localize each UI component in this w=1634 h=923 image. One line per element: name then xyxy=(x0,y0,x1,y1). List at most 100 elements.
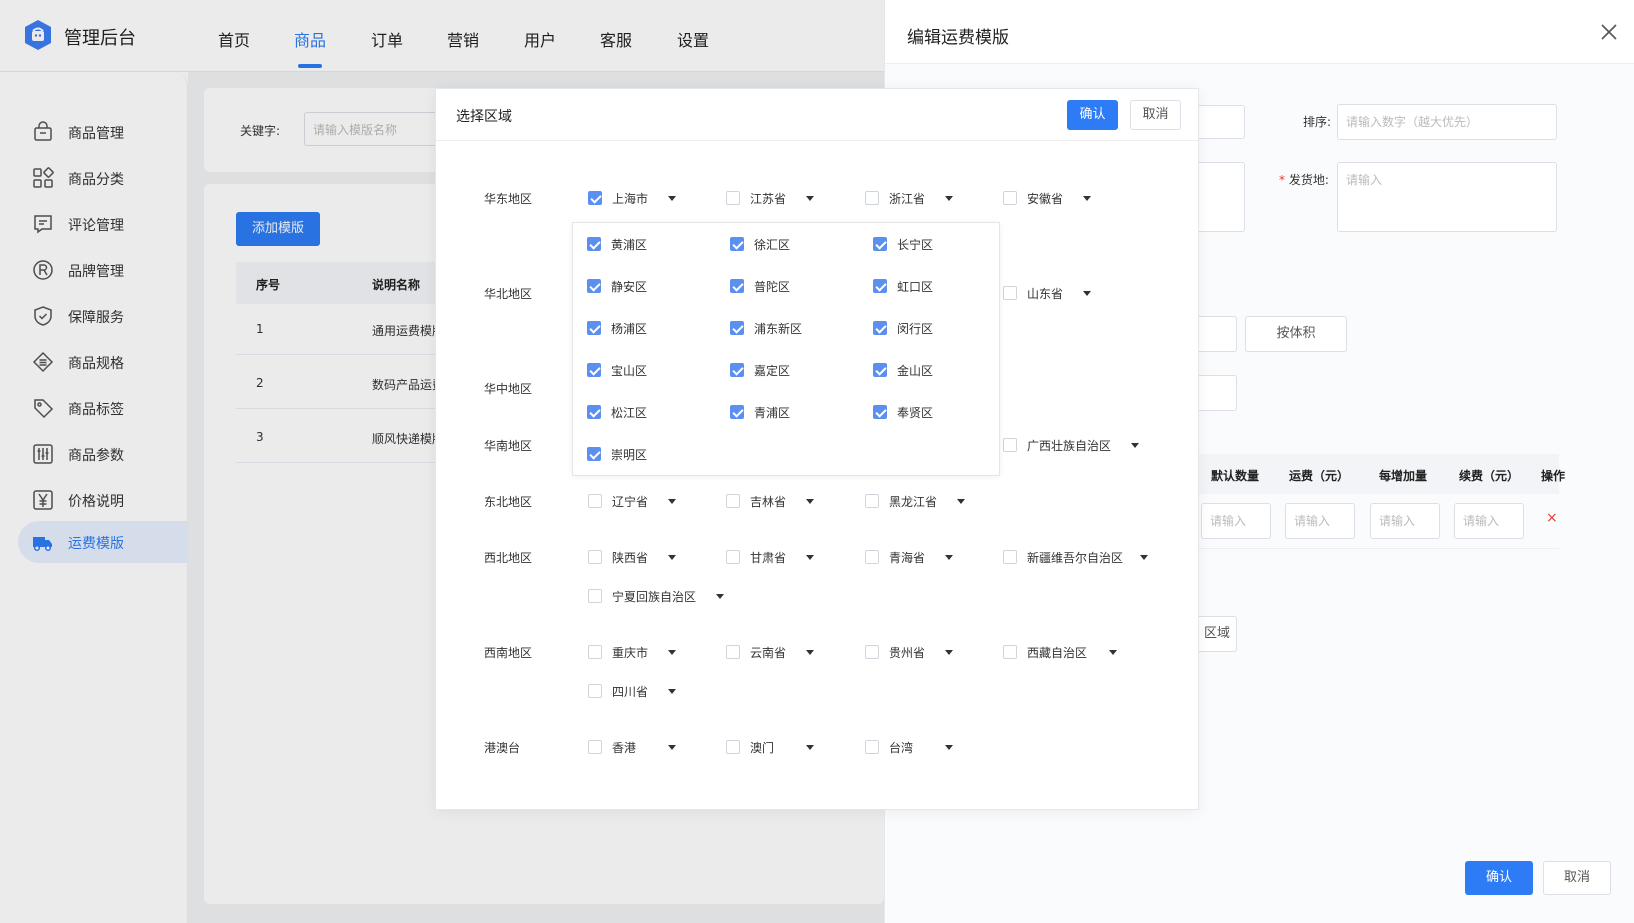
checkbox[interactable] xyxy=(865,191,879,205)
checkbox[interactable] xyxy=(865,550,879,564)
district-item[interactable]: 普陀区 xyxy=(730,277,830,295)
checkbox[interactable] xyxy=(726,740,740,754)
checkbox[interactable] xyxy=(588,494,602,508)
province-tibet[interactable]: 西藏自治区 xyxy=(1003,643,1123,661)
province-shaanxi[interactable]: 陕西省 xyxy=(588,548,688,566)
province-ningxia[interactable]: 宁夏回族自治区 xyxy=(588,587,738,605)
fee-renew-input[interactable]: 请输入 xyxy=(1454,503,1524,539)
chevron-down-icon[interactable] xyxy=(1083,291,1091,296)
drawer-confirm-button[interactable]: 确认 xyxy=(1465,861,1533,895)
chevron-down-icon[interactable] xyxy=(945,745,953,750)
province-macau[interactable]: 澳门 xyxy=(726,738,826,756)
district-item[interactable]: 金山区 xyxy=(873,361,973,379)
origin-input[interactable]: 请输入 xyxy=(1337,162,1557,232)
province-jilin[interactable]: 吉林省 xyxy=(726,492,826,510)
fee-amount-input[interactable]: 请输入 xyxy=(1285,503,1355,539)
delete-row-icon[interactable]: × xyxy=(1546,510,1558,526)
checkbox-checked[interactable] xyxy=(873,237,887,251)
chevron-down-icon[interactable] xyxy=(668,745,676,750)
district-item[interactable]: 浦东新区 xyxy=(730,319,830,337)
checkbox-checked[interactable] xyxy=(588,191,602,205)
district-item[interactable]: 宝山区 xyxy=(587,361,687,379)
district-item[interactable]: 长宁区 xyxy=(873,235,973,253)
checkbox-checked[interactable] xyxy=(587,237,601,251)
chevron-down-icon[interactable] xyxy=(806,499,814,504)
checkbox-checked[interactable] xyxy=(587,321,601,335)
district-item[interactable]: 松江区 xyxy=(587,403,687,421)
province-shanghai[interactable]: 上海市 xyxy=(588,189,688,207)
chevron-down-icon[interactable] xyxy=(806,196,814,201)
checkbox[interactable] xyxy=(588,550,602,564)
chevron-down-icon[interactable] xyxy=(806,555,814,560)
checkbox[interactable] xyxy=(588,740,602,754)
district-item[interactable]: 奉贤区 xyxy=(873,403,973,421)
chevron-down-icon[interactable] xyxy=(1083,196,1091,201)
district-item[interactable]: 杨浦区 xyxy=(587,319,687,337)
checkbox[interactable] xyxy=(588,589,602,603)
checkbox-checked[interactable] xyxy=(730,321,744,335)
province-heilongjiang[interactable]: 黑龙江省 xyxy=(865,492,965,510)
district-item[interactable]: 青浦区 xyxy=(730,403,830,421)
chevron-down-icon[interactable] xyxy=(945,650,953,655)
province-guizhou[interactable]: 贵州省 xyxy=(865,643,965,661)
district-item[interactable]: 嘉定区 xyxy=(730,361,830,379)
chevron-down-icon[interactable] xyxy=(957,499,965,504)
modal-confirm-button[interactable]: 确认 xyxy=(1067,100,1118,130)
province-gansu[interactable]: 甘肃省 xyxy=(726,548,826,566)
province-shandong[interactable]: 山东省 xyxy=(1003,284,1103,302)
province-jiangsu[interactable]: 江苏省 xyxy=(726,189,826,207)
checkbox-checked[interactable] xyxy=(730,279,744,293)
province-yunnan[interactable]: 云南省 xyxy=(726,643,826,661)
province-hongkong[interactable]: 香港 xyxy=(588,738,688,756)
province-chongqing[interactable]: 重庆市 xyxy=(588,643,688,661)
chevron-down-icon[interactable] xyxy=(945,196,953,201)
chevron-down-icon[interactable] xyxy=(1131,443,1139,448)
province-sichuan[interactable]: 四川省 xyxy=(588,682,688,700)
province-taiwan[interactable]: 台湾 xyxy=(865,738,965,756)
modal-cancel-button[interactable]: 取消 xyxy=(1130,100,1181,130)
checkbox-checked[interactable] xyxy=(873,405,887,419)
chevron-down-icon[interactable] xyxy=(1140,555,1148,560)
checkbox[interactable] xyxy=(865,645,879,659)
district-item[interactable]: 虹口区 xyxy=(873,277,973,295)
checkbox[interactable] xyxy=(1003,286,1017,300)
checkbox-checked[interactable] xyxy=(873,279,887,293)
chevron-down-icon[interactable] xyxy=(1109,650,1117,655)
by-volume-button[interactable]: 按体积 xyxy=(1245,316,1347,352)
checkbox-checked[interactable] xyxy=(873,321,887,335)
checkbox-checked[interactable] xyxy=(587,279,601,293)
province-liaoning[interactable]: 辽宁省 xyxy=(588,492,688,510)
chevron-down-icon[interactable] xyxy=(668,499,676,504)
chevron-down-icon[interactable] xyxy=(716,594,724,599)
checkbox[interactable] xyxy=(726,494,740,508)
close-icon[interactable] xyxy=(1599,22,1619,42)
chevron-down-icon[interactable] xyxy=(806,745,814,750)
fee-default-qty-input[interactable]: 请输入 xyxy=(1201,503,1271,539)
checkbox-checked[interactable] xyxy=(873,363,887,377)
drawer-cancel-button[interactable]: 取消 xyxy=(1543,861,1611,895)
district-item[interactable]: 闵行区 xyxy=(873,319,973,337)
chevron-down-icon[interactable] xyxy=(806,650,814,655)
chevron-down-icon[interactable] xyxy=(668,555,676,560)
checkbox-checked[interactable] xyxy=(730,237,744,251)
checkbox[interactable] xyxy=(1003,550,1017,564)
chevron-down-icon[interactable] xyxy=(945,555,953,560)
checkbox-checked[interactable] xyxy=(587,447,601,461)
province-zhejiang[interactable]: 浙江省 xyxy=(865,189,965,207)
checkbox-checked[interactable] xyxy=(730,405,744,419)
checkbox[interactable] xyxy=(865,740,879,754)
province-anhui[interactable]: 安徽省 xyxy=(1003,189,1103,207)
district-item[interactable]: 崇明区 xyxy=(587,445,687,463)
chevron-down-icon[interactable] xyxy=(668,196,676,201)
checkbox[interactable] xyxy=(588,684,602,698)
checkbox[interactable] xyxy=(865,494,879,508)
province-qinghai[interactable]: 青海省 xyxy=(865,548,965,566)
province-guangxi[interactable]: 广西壮族自治区 xyxy=(1003,436,1143,454)
district-item[interactable]: 静安区 xyxy=(587,277,687,295)
fee-increment-input[interactable]: 请输入 xyxy=(1370,503,1440,539)
chevron-down-icon[interactable] xyxy=(668,650,676,655)
checkbox-checked[interactable] xyxy=(730,363,744,377)
district-item[interactable]: 徐汇区 xyxy=(730,235,830,253)
chevron-down-icon[interactable] xyxy=(668,689,676,694)
checkbox[interactable] xyxy=(588,645,602,659)
